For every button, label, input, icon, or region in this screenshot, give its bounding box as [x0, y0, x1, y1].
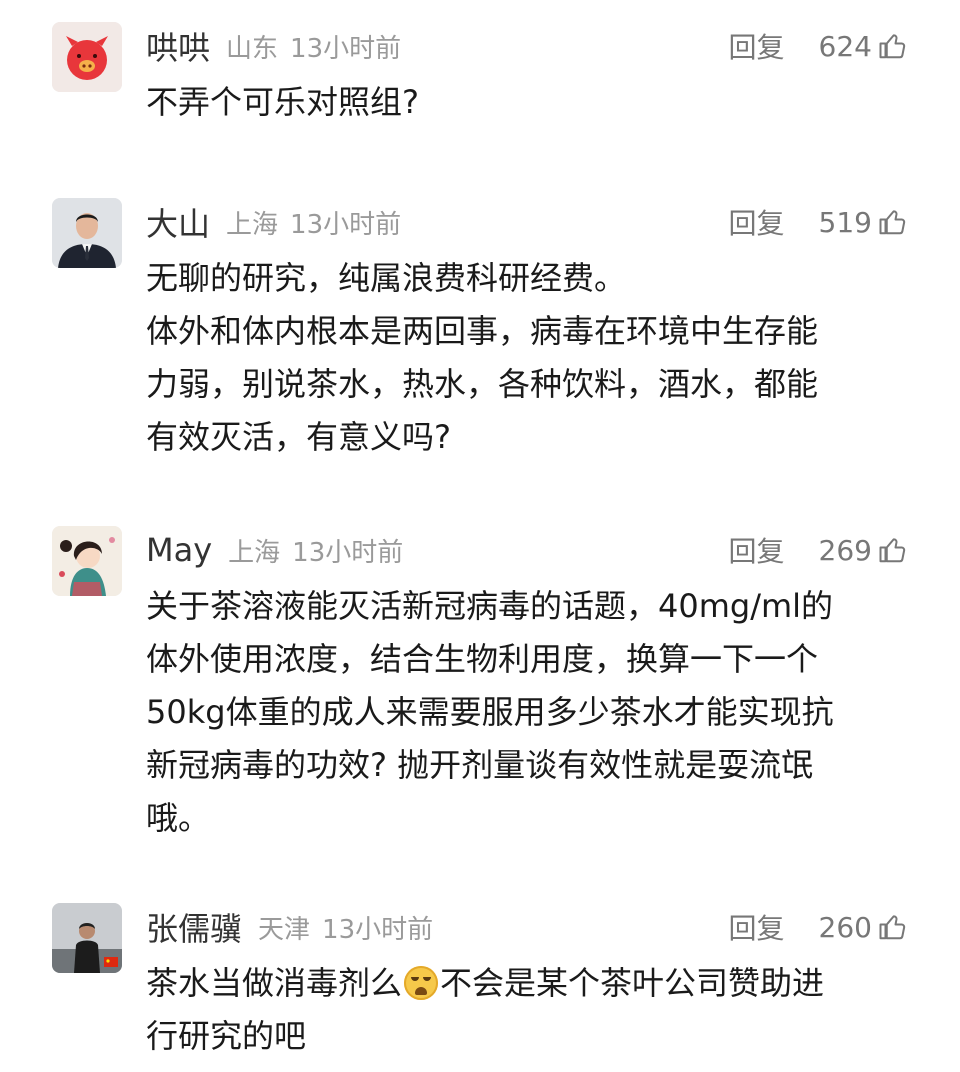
comment-meta: 大山 上海 13小时前	[146, 198, 401, 246]
like-button[interactable]: 519	[819, 206, 908, 239]
comment-actions: 回复 519	[729, 198, 908, 246]
avatar[interactable]	[52, 22, 122, 92]
reply-button[interactable]: 回复	[729, 907, 785, 947]
comment-line: 无聊的研究，纯属浪费科研经费。	[146, 259, 627, 297]
like-count: 624	[818, 29, 872, 63]
comment-text: 不弄个可乐对照组?	[146, 76, 916, 129]
comment-meta: May 上海 13小时前	[146, 526, 403, 574]
cartoon-girl-icon	[52, 526, 122, 596]
username[interactable]: 大山	[146, 199, 210, 245]
reply-button[interactable]: 回复	[729, 26, 785, 66]
comment-actions: 回复 269	[729, 526, 908, 574]
comment-line: 体外使用浓度，结合生物利用度，换算一下一个	[146, 640, 819, 678]
man-outdoor-photo	[52, 903, 122, 973]
comment-line: 茶水当做消毒剂么 不会是某个茶叶公司赞助进	[146, 957, 916, 1010]
comment-text: 无聊的研究，纯属浪费科研经费。 体外和体内根本是两回事，病毒在环境中生存能 力弱…	[146, 252, 916, 464]
location: 上海	[228, 537, 281, 568]
comment-actions: 回复 624	[729, 22, 908, 70]
comment-line: 体外和体内根本是两回事，病毒在环境中生存能	[146, 312, 819, 350]
pig-face-icon	[52, 22, 122, 92]
thumbs-up-icon	[879, 915, 906, 940]
comment-text-part: 茶水当做消毒剂么	[146, 964, 403, 1002]
avatar[interactable]	[52, 903, 122, 973]
location: 山东	[226, 33, 279, 64]
username[interactable]: 张儒骥	[146, 904, 242, 950]
comment-actions: 回复 260	[729, 903, 908, 951]
like-button[interactable]: 269	[819, 534, 908, 567]
comment-line: 哦。	[146, 799, 211, 837]
comment-line: 力弱，别说茶水，热水，各种饮料，酒水，都能	[146, 365, 819, 403]
timestamp: 13小时前	[290, 33, 402, 64]
man-in-suit-photo	[52, 198, 122, 268]
comment-line: 行研究的吧	[146, 1017, 307, 1055]
comment-line: 50kg体重的成人来需要服用多少茶水才能实现抗	[146, 693, 834, 731]
comment-line: 关于茶溶液能灭活新冠病毒的话题，40mg/ml的	[146, 587, 834, 625]
like-count: 269	[818, 533, 872, 567]
timestamp: 13小时前	[322, 914, 434, 945]
comment-text: 关于茶溶液能灭活新冠病毒的话题，40mg/ml的 体外使用浓度，结合生物利用度，…	[146, 580, 916, 845]
reply-button[interactable]: 回复	[729, 530, 785, 570]
comment-meta: 张儒骥 天津 13小时前	[146, 903, 433, 951]
timestamp: 13小时前	[292, 537, 404, 568]
location: 天津	[258, 914, 311, 945]
like-count: 519	[818, 205, 872, 239]
location: 上海	[226, 209, 279, 240]
crying-laughing-emoji-icon	[404, 966, 439, 1000]
comment-text: 茶水当做消毒剂么 不会是某个茶叶公司赞助进 行研究的吧	[146, 957, 916, 1063]
like-button[interactable]: 624	[819, 30, 908, 63]
thumbs-up-icon	[879, 538, 906, 563]
username[interactable]: May	[146, 531, 212, 569]
comment-line: 有效灭活，有意义吗?	[146, 418, 451, 456]
thumbs-up-icon	[879, 34, 906, 59]
comment-line: 不弄个可乐对照组?	[146, 83, 419, 121]
username[interactable]: 哄哄	[146, 23, 210, 69]
avatar[interactable]	[52, 198, 122, 268]
like-button[interactable]: 260	[819, 911, 908, 944]
reply-button[interactable]: 回复	[729, 202, 785, 242]
comment-text-part: 不会是某个茶叶公司赞助进	[440, 964, 825, 1002]
like-count: 260	[818, 910, 872, 944]
comment-meta: 哄哄 山东 13小时前	[146, 22, 401, 70]
timestamp: 13小时前	[290, 209, 402, 240]
avatar[interactable]	[52, 526, 122, 596]
comment-line: 新冠病毒的功效? 抛开剂量谈有效性就是耍流氓	[146, 746, 814, 784]
thumbs-up-icon	[879, 210, 906, 235]
